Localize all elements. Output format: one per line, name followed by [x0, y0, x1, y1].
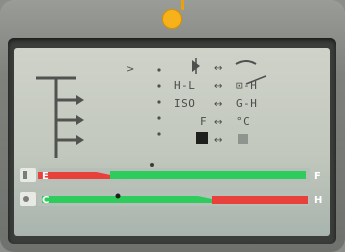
top-row-symbols: ↔ [192, 58, 257, 74]
small-marker-dot [150, 163, 154, 167]
bar2-left-label: C [42, 195, 49, 206]
row3-arrow: ↔ [214, 117, 222, 128]
indicator-stem [181, 0, 184, 10]
row3-right-label: °C [236, 115, 250, 128]
svg-text:↔: ↔ [214, 63, 222, 74]
small-angle-mark: > [126, 64, 134, 75]
black-square-icon [196, 132, 208, 144]
arrow-heads [76, 95, 84, 145]
indicator-light-icon [162, 9, 182, 29]
lcd-graphics: > ↔ H-L ↔ ⊡-H ISO ↔ G-H F ↔ °C ↔ E F C H [20, 58, 322, 206]
bar2-right-label: H [314, 195, 322, 206]
dot-column [157, 68, 161, 136]
bottom-arrow: ↔ [214, 135, 222, 146]
device-panel: > ↔ H-L ↔ ⊡-H ISO ↔ G-H F ↔ °C ↔ E F C H [0, 0, 345, 252]
bar1-side-icon [20, 168, 36, 182]
bar1 [38, 168, 310, 182]
bar1-left-label: E [42, 171, 49, 182]
lcd-screen: > ↔ H-L ↔ ⊡-H ISO ↔ G-H F ↔ °C ↔ E F C H [14, 48, 330, 236]
bar2-side-icon [20, 192, 36, 206]
heater-element-icon [36, 76, 76, 158]
bar1-right-label: F [314, 171, 321, 182]
row2-left-label: ISO [174, 97, 195, 110]
gray-square-icon [238, 134, 248, 144]
row1-arrow: ↔ [214, 81, 222, 92]
row1-left-label: H-L [174, 79, 195, 92]
row2-arrow: ↔ [214, 99, 222, 110]
row2-right-label: G-H [236, 97, 257, 110]
bar2 [38, 192, 310, 206]
row3-left-label: F [200, 115, 207, 128]
